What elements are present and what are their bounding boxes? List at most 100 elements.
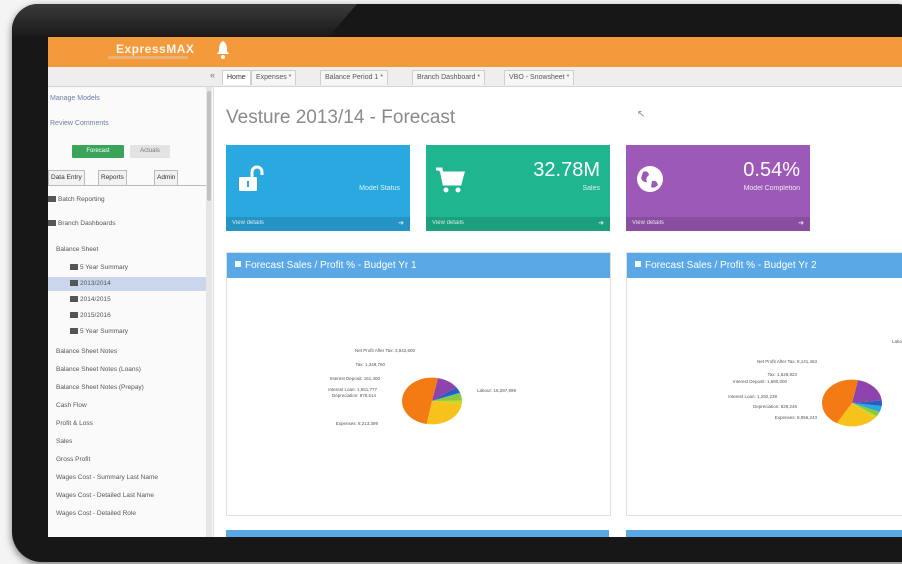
tree-label: Wages Cost - Detailed Last Name <box>56 492 155 499</box>
tree-item[interactable]: Balance Sheet Notes (Loans) <box>48 363 214 377</box>
app-screen: ExpressMAX « Home Expenses * Balance Per… <box>48 37 902 537</box>
table-icon <box>70 264 78 270</box>
tab-data-entry[interactable]: Data Entry <box>48 170 85 185</box>
tree-label: Cash Flow <box>56 402 87 409</box>
batch-reporting-item[interactable]: Batch Reporting <box>48 193 206 207</box>
tile-value: 32.78M <box>533 159 600 181</box>
app-logo[interactable]: ExpressMAX <box>116 42 194 56</box>
tile-footer[interactable]: View details ➜ <box>426 217 610 231</box>
tree-label: 2014/2015 <box>80 296 111 303</box>
tree-item[interactable]: Gross Profit <box>48 453 214 467</box>
tabs-scroll-icon[interactable]: « <box>210 70 215 80</box>
tree-label: Wages Cost - Summary Last Name <box>56 474 158 481</box>
arrow-right-icon[interactable]: ➜ <box>398 219 404 227</box>
tile-footer[interactable]: View details ➜ <box>226 217 410 231</box>
pie-label: Interest Loan: 1,292,239 <box>728 394 777 399</box>
sidebar-tabs: Data Entry Reports Admin <box>48 170 206 186</box>
top-bar: ExpressMAX <box>48 37 902 67</box>
pie-label: Interest Deposit: 1,680,000 <box>733 379 788 384</box>
pie-label: Net Profit After Tax: 3,842,600 <box>355 348 415 353</box>
tree-label: 5 Year Summary <box>80 328 129 335</box>
bell-icon[interactable] <box>215 40 231 60</box>
pie-label: Labour: 16,297,999 <box>477 388 517 393</box>
tile-footer[interactable]: View details ➜ <box>626 217 810 231</box>
sidebar: Manage Models Review Comments Forecast A… <box>48 87 214 537</box>
tree-item[interactable]: Balance Sheet <box>48 243 214 257</box>
grid-icon <box>48 196 56 202</box>
tree-label: Branch Dashboards <box>58 220 116 227</box>
tree-item[interactable]: Profit & Loss <box>48 417 214 431</box>
panel-header[interactable]: Forecast Sales / Profit % - Budget Yr 1 <box>227 253 610 278</box>
tree-item[interactable]: Cash Flow <box>48 399 214 413</box>
pie-slice[interactable] <box>426 401 462 425</box>
arrow-right-icon[interactable]: ➜ <box>598 219 604 227</box>
table-icon <box>70 328 78 334</box>
tree-label: 2013/2014 <box>80 280 111 287</box>
tab-admin[interactable]: Admin <box>154 170 179 185</box>
pie-label: Tax: 1,348,760 <box>355 362 385 367</box>
pie-label: Depreciation: 878,514 <box>332 393 377 398</box>
tree-item[interactable]: 5 Year Summary <box>48 261 206 275</box>
globe-icon <box>637 166 663 192</box>
tree-label: 2015/2016 <box>80 312 111 319</box>
forecast-panel-yr2: Forecast Sales / Profit % - Budget Yr 2 … <box>626 252 902 516</box>
panel-header[interactable]: Forecast Sales / Profit % - Budget Yr 2 <box>627 253 902 278</box>
actuals-button[interactable]: Actuals <box>130 145 170 158</box>
tree-item[interactable]: 2015/2016 <box>48 309 206 323</box>
tree-item[interactable]: 5 Year Summary <box>48 325 206 339</box>
pie-label: Expenses: 8,213,399 <box>336 421 379 426</box>
tile-label: Model Status <box>359 185 400 192</box>
view-details-link[interactable]: View details <box>232 220 264 226</box>
table-icon <box>70 296 78 302</box>
panel-title: Forecast Sales / Profit % - Budget Yr 1 <box>245 260 417 271</box>
branch-dashboards-item[interactable]: Branch Dashboards <box>48 217 206 231</box>
view-details-link[interactable]: View details <box>432 220 464 226</box>
panel-icon <box>635 261 641 267</box>
panel-title: Forecast Sales / Profit % - Budget Yr 2 <box>645 260 817 271</box>
tree-label: Sales <box>56 438 73 445</box>
tab-vbo-snowsheet[interactable]: VBO - Snowsheet * <box>504 70 575 85</box>
tab-reports[interactable]: Reports <box>98 170 127 185</box>
tab-balance-period[interactable]: Balance Period 1 * <box>320 70 388 85</box>
next-panel-header <box>626 530 902 537</box>
tree-item[interactable]: Wages Cost - Detailed Role <box>48 507 214 521</box>
sidebar-scroll-thumb[interactable] <box>207 91 211 201</box>
model-status-tile[interactable]: Model Status View details ➜ <box>226 145 410 231</box>
tree-item[interactable]: 2014/2015 <box>48 293 206 307</box>
review-comments-link[interactable]: Review Comments <box>50 120 109 127</box>
forecast-button[interactable]: Forecast <box>72 145 124 158</box>
next-panel-header <box>226 530 609 537</box>
tree-label: Batch Reporting <box>58 196 105 203</box>
pie-label: Interest Loan: 1,651,777 <box>328 387 377 392</box>
arrow-right-icon[interactable]: ➜ <box>798 219 804 227</box>
tree-item[interactable]: Sales <box>48 435 214 449</box>
tree-label: Balance Sheet Notes <box>56 348 118 355</box>
document-tabs: « Home Expenses * Balance Period 1 * Bra… <box>48 67 902 87</box>
tree-item[interactable]: Wages Cost - Detailed Last Name <box>48 489 214 503</box>
table-icon <box>70 280 78 286</box>
tile-label: Model Completion <box>743 185 800 192</box>
tree-item[interactable]: Balance Sheet Notes (Prepay) <box>48 381 214 395</box>
bezel-highlight <box>12 4 357 36</box>
pie-chart-yr1: Net Profit After Tax: 3,842,600 Tax: 1,34… <box>328 348 517 426</box>
tab-expenses[interactable]: Expenses * <box>251 70 297 85</box>
logo-tagline-bar <box>108 56 188 59</box>
grid-icon <box>48 220 56 226</box>
tree-label: Balance Sheet Notes (Loans) <box>56 366 141 373</box>
manage-models-link[interactable]: Manage Models <box>50 95 100 102</box>
unlock-icon <box>239 165 264 191</box>
tree-item[interactable]: Wages Cost - Summary Last Name <box>48 471 214 485</box>
tree-item-selected[interactable]: 2013/2014 <box>48 277 206 291</box>
tab-branch-dashboard[interactable]: Branch Dashboard * <box>412 70 486 85</box>
view-details-link[interactable]: View details <box>632 220 664 226</box>
cart-icon <box>436 167 465 193</box>
tab-home[interactable]: Home <box>222 70 251 85</box>
tree-label: Gross Profit <box>56 456 91 463</box>
model-completion-tile[interactable]: 0.54% Model Completion View details ➜ <box>626 145 810 231</box>
pie-label: Tax: 1,628,923 <box>767 372 797 377</box>
sales-tile[interactable]: 32.78M Sales View details ➜ <box>426 145 610 231</box>
tree-label: Wages Cost - Detailed Role <box>56 510 136 517</box>
tree-item[interactable]: Balance Sheet Notes <box>48 345 214 359</box>
forecast-panel-yr1: Forecast Sales / Profit % - Budget Yr 1 … <box>226 252 611 516</box>
tile-value: 0.54% <box>743 159 800 181</box>
